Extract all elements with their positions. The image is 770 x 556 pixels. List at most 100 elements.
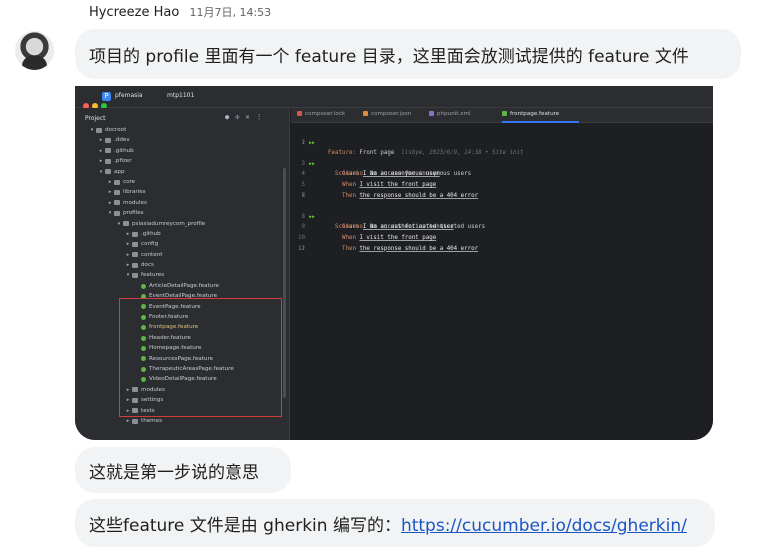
tree-folder-item[interactable]: ▸ themes xyxy=(75,416,285,426)
tree-item-label: app xyxy=(114,168,125,175)
chevron-icon[interactable]: ▸ xyxy=(97,135,105,145)
tree-folder-item[interactable]: ▸ .pfizer xyxy=(75,156,285,166)
tree-file-item[interactable]: ArticleDetailPage.feature xyxy=(75,281,285,291)
chevron-icon[interactable]: ▸ xyxy=(124,239,132,249)
code-line: 6 Then the response should be a 404 erro… xyxy=(301,192,479,199)
tree-item-label: libraries xyxy=(123,189,146,196)
feature-file-icon xyxy=(141,283,146,289)
chevron-icon[interactable]: ▾ xyxy=(115,219,123,229)
file-type-icon xyxy=(502,111,507,116)
message-bubble: 这些feature 文件是由 gherkin 编写的：https://cucum… xyxy=(75,499,715,547)
project-panel-title: Project xyxy=(85,115,106,122)
chevron-icon[interactable]: ▸ xyxy=(97,146,105,156)
folder-icon xyxy=(132,262,138,268)
ide-titlebar: P pfemasia mtp1101 xyxy=(75,86,713,109)
file-type-icon xyxy=(429,111,434,116)
sender-name: Hycreeze Hao xyxy=(89,5,180,20)
folder-icon xyxy=(132,273,138,279)
panel-tools-icon: ●✣✕⋮ xyxy=(225,113,269,121)
gherkin-docs-link[interactable]: https://cucumber.io/docs/gherkin/ xyxy=(401,516,687,536)
chevron-icon[interactable]: ▸ xyxy=(97,156,105,166)
ide-screenshot[interactable]: P pfemasia mtp1101 Project ●✣✕⋮ ▾ docroot… xyxy=(75,86,713,440)
project-panel: Project ●✣✕⋮ ▾ docroot ▸ .ddev ▸ .github ▸ .pfi… xyxy=(75,108,290,440)
code-line: 8 ▶▶ Scenario: No access for authenticate… xyxy=(301,213,486,231)
tree-item-label: profiles xyxy=(123,210,144,217)
project-badge-icon: P xyxy=(102,92,111,101)
code-editor[interactable]: 1 ▶▶ Feature: Front page lisbye, 2023/6/9… xyxy=(291,123,713,440)
tree-item-label: themes xyxy=(141,417,162,424)
tree-item-label: content xyxy=(141,251,163,258)
file-type-icon xyxy=(297,111,302,116)
tree-folder-item[interactable]: ▸ config xyxy=(75,239,285,249)
folder-icon xyxy=(105,148,111,154)
tree-folder-item[interactable]: ▸ docs xyxy=(75,260,285,270)
tree-folder-item[interactable]: ▾ app xyxy=(75,167,285,177)
tree-item-label: docroot xyxy=(105,127,127,133)
folder-icon xyxy=(114,179,120,185)
folder-icon xyxy=(123,221,129,227)
message-time: 11月7日, 14:53 xyxy=(189,6,272,19)
message-bubble: 这就是第一步说的意思 xyxy=(75,447,291,493)
features-highlight-box xyxy=(119,298,282,417)
tree-folder-item[interactable]: ▾ profiles xyxy=(75,208,285,218)
tree-folder-item[interactable]: ▸ libraries xyxy=(75,187,285,197)
tree-folder-item[interactable]: ▾ pslasiadumreycom_profile xyxy=(75,219,285,229)
chevron-icon[interactable]: ▸ xyxy=(106,177,114,187)
folder-icon xyxy=(96,127,102,133)
message-text: 项目的 profile 里面有一个 feature 目录，这里面会放测试提供的 … xyxy=(89,47,689,67)
tree-item-label: config xyxy=(141,241,159,248)
chevron-icon[interactable]: ▾ xyxy=(97,167,105,177)
chevron-icon[interactable]: ▸ xyxy=(106,198,114,208)
folder-icon xyxy=(105,138,111,144)
tree-item-label: ArticleDetailPage.feature xyxy=(149,282,219,289)
folder-icon xyxy=(132,241,138,247)
message-bubble: 项目的 profile 里面有一个 feature 目录，这里面会放测试提供的 … xyxy=(75,29,741,79)
folder-icon xyxy=(105,158,111,164)
chevron-icon[interactable]: ▾ xyxy=(124,270,132,280)
code-line: 2 xyxy=(301,139,306,146)
folder-icon xyxy=(132,252,138,258)
editor-tab[interactable]: composer.lock xyxy=(297,111,345,117)
tree-folder-item[interactable]: ▾ features xyxy=(75,270,285,280)
tree-folder-item[interactable]: ▸ modules xyxy=(75,198,285,208)
tree-item-label: .github xyxy=(141,230,161,237)
message-text: 这就是第一步说的意思 xyxy=(89,463,259,483)
tree-folder-item[interactable]: ▸ .ddev xyxy=(75,135,285,145)
tab-label: composer.json xyxy=(371,111,412,117)
folder-icon xyxy=(114,200,120,206)
folder-icon xyxy=(114,190,120,196)
chevron-icon[interactable]: ▸ xyxy=(124,416,132,426)
chevron-icon[interactable]: ▸ xyxy=(124,260,132,270)
message-text: 这些feature 文件是由 gherkin 编写的： xyxy=(89,516,401,536)
editor-tab[interactable]: composer.json xyxy=(363,111,411,117)
chevron-icon[interactable]: ▸ xyxy=(106,187,114,197)
code-line: 5 When I visit the front page xyxy=(301,181,437,188)
code-line: 4 Given I am an anonymous user xyxy=(301,171,440,178)
tree-item-label: modules xyxy=(123,199,147,206)
tab-label: frontpage.feature xyxy=(510,111,560,117)
chevron-icon[interactable]: ▾ xyxy=(106,208,114,218)
editor-tab[interactable]: phpunit.xml xyxy=(429,111,471,117)
folder-icon xyxy=(132,231,138,237)
chevron-icon[interactable]: ▸ xyxy=(124,229,132,239)
code-line: 7 xyxy=(301,192,306,199)
tree-item-label: .pfizer xyxy=(114,158,132,165)
tree-item-label: core xyxy=(123,178,136,185)
chevron-icon[interactable]: ▸ xyxy=(124,250,132,260)
avatar[interactable] xyxy=(15,31,54,70)
branch-name: mtp1101 xyxy=(167,92,195,99)
tree-folder-item[interactable]: ▾ docroot xyxy=(75,125,285,135)
tree-folder-item[interactable]: ▸ .github xyxy=(75,229,285,239)
tree-item-label: features xyxy=(141,272,165,279)
tab-label: composer.lock xyxy=(305,111,346,117)
code-line: 11 Then the response should be a 404 err… xyxy=(298,245,479,252)
chevron-icon[interactable]: ▾ xyxy=(88,125,96,135)
tree-scrollbar[interactable] xyxy=(283,168,286,398)
code-line: 3 ▶▶ Scenario: No access for anonymous us… xyxy=(301,160,472,178)
editor-tab[interactable]: frontpage.feature xyxy=(502,111,559,117)
folder-icon xyxy=(132,418,138,424)
tree-folder-item[interactable]: ▸ .github xyxy=(75,146,285,156)
tree-folder-item[interactable]: ▸ core xyxy=(75,177,285,187)
tree-item-label: docs xyxy=(141,262,154,269)
tree-folder-item[interactable]: ▸ content xyxy=(75,250,285,260)
